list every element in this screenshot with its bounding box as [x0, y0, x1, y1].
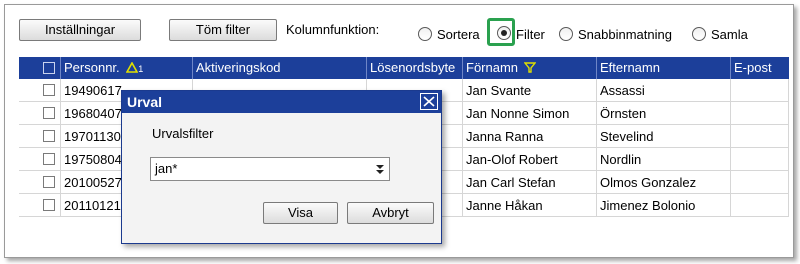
settings-button[interactable]: Inställningar [19, 19, 141, 41]
column-header-losenordsbyte[interactable]: Lösenordsbyte [367, 57, 463, 79]
cell-epost [731, 194, 789, 217]
cell-epost [731, 125, 789, 148]
row-checkbox[interactable] [43, 107, 55, 119]
radio-samla[interactable] [692, 27, 706, 41]
select-all-checkbox[interactable] [43, 62, 55, 74]
row-select-cell [19, 148, 61, 171]
cell-fornamn: Jan-Olof Robert [463, 148, 597, 171]
dialog-title: Urval [122, 91, 441, 113]
filter-option-highlight [487, 18, 515, 46]
radio-filter-label: Filter [516, 27, 545, 42]
clear-filter-button[interactable]: Töm filter [169, 19, 277, 41]
cell-fornamn: Jan Svante [463, 79, 597, 102]
cell-efternamn: Olmos Gonzalez [597, 171, 731, 194]
column-header-personnr[interactable]: Personnr. 1 [61, 57, 193, 79]
filter-input[interactable]: jan* [150, 157, 390, 181]
cell-efternamn: Nordlin [597, 148, 731, 171]
row-checkbox[interactable] [43, 153, 55, 165]
cell-fornamn: Jan Carl Stefan [463, 171, 597, 194]
radio-snabbinmatning[interactable] [559, 27, 573, 41]
cell-epost [731, 102, 789, 125]
cell-efternamn: Örnsten [597, 102, 731, 125]
cell-epost [731, 79, 789, 102]
urval-dialog: Urval Urvalsfilter jan* Visa Avbryt [121, 90, 442, 244]
column-function-label: Kolumnfunktion: [286, 22, 380, 37]
cell-efternamn: Assassi [597, 79, 731, 102]
column-header-efternamn[interactable]: Efternamn [597, 57, 731, 79]
cell-fornamn: Janne Håkan [463, 194, 597, 217]
row-select-cell [19, 171, 61, 194]
cell-epost [731, 171, 789, 194]
sort-order-indicator: 1 [138, 64, 144, 74]
header-select-all[interactable] [19, 57, 61, 79]
row-select-cell [19, 125, 61, 148]
row-select-cell [19, 79, 61, 102]
cell-efternamn: Stevelind [597, 125, 731, 148]
dropdown-arrow-icon[interactable] [373, 161, 387, 177]
radio-samla-label: Samla [711, 27, 748, 42]
column-header-aktiveringskod[interactable]: Aktiveringskod [193, 57, 367, 79]
sort-ascending-icon [125, 61, 139, 73]
row-checkbox[interactable] [43, 199, 55, 211]
cell-epost [731, 148, 789, 171]
dialog-close-button[interactable] [420, 93, 438, 110]
row-checkbox[interactable] [43, 130, 55, 142]
close-icon [423, 96, 435, 107]
cell-fornamn: Jan Nonne Simon [463, 102, 597, 125]
column-header-fornamn-label: Förnamn [466, 60, 519, 75]
row-select-cell [19, 194, 61, 217]
cell-fornamn: Janna Ranna [463, 125, 597, 148]
filter-input-value: jan* [155, 161, 178, 176]
column-header-personnr-label: Personnr. [64, 60, 120, 75]
row-checkbox[interactable] [43, 84, 55, 96]
toolbar: Inställningar Töm filter Kolumnfunktion:… [19, 15, 789, 43]
show-button[interactable]: Visa [263, 202, 338, 224]
cell-efternamn: Jimenez Bolonio [597, 194, 731, 217]
column-header-epost[interactable]: E-post [731, 57, 789, 79]
cancel-button[interactable]: Avbryt [347, 202, 434, 224]
column-header-fornamn[interactable]: Förnamn [463, 57, 597, 79]
radio-sortera[interactable] [418, 27, 432, 41]
radio-sortera-label: Sortera [437, 27, 480, 42]
filter-label: Urvalsfilter [152, 126, 214, 141]
row-select-cell [19, 102, 61, 125]
filter-funnel-icon [523, 62, 537, 73]
radio-snabbinmatning-label: Snabbinmatning [578, 27, 672, 42]
row-checkbox[interactable] [43, 176, 55, 188]
grid-header: Personnr. 1 Aktiveringskod Lösenordsbyte… [19, 57, 789, 79]
